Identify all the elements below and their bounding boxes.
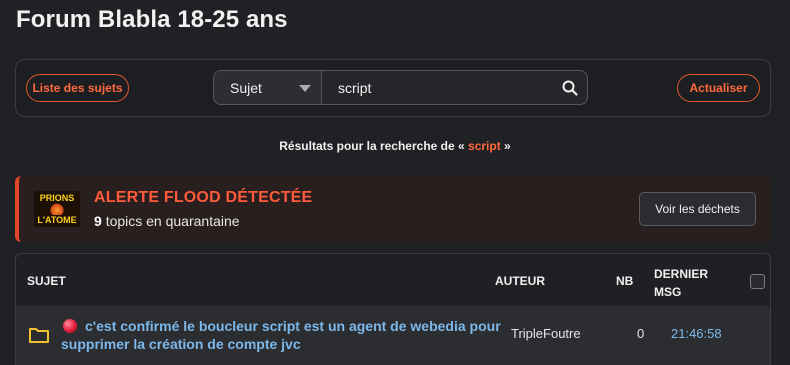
flame-icon	[50, 203, 64, 215]
topic-title-link[interactable]: c'est confirmé le boucleur script est un…	[61, 317, 501, 353]
quarantine-count: 9	[94, 213, 102, 229]
topics-table: SUJET AUTEUR NB DERNIER MSG c'est confir…	[15, 253, 771, 365]
search-panel: Liste des sujets Sujet Actualiser	[15, 59, 771, 117]
view-trash-button[interactable]: Voir les déchets	[639, 192, 756, 226]
search-group: Sujet	[213, 70, 588, 105]
results-term: script	[468, 139, 501, 153]
topics-list-button[interactable]: Liste des sujets	[26, 74, 129, 102]
column-header-last-message[interactable]: DERNIER MSG	[654, 265, 708, 301]
search-results-summary: Résultats pour la recherche de « script …	[0, 139, 790, 153]
logo-line1: PRIONS	[39, 193, 75, 203]
results-prefix: Résultats pour la recherche de «	[279, 139, 465, 153]
logo-line2: L'ATOME	[37, 215, 77, 225]
topic-last-message-time[interactable]: 21:46:58	[671, 326, 722, 341]
search-scope-label: Sujet	[230, 79, 262, 96]
flood-alert: PRIONS L'ATOME ALERTE FLOOD DÉTECTÉE 9 t…	[15, 176, 771, 242]
alert-title: ALERTE FLOOD DÉTECTÉE	[94, 189, 313, 206]
folder-icon	[28, 326, 50, 344]
chevron-down-icon	[299, 85, 311, 92]
column-header-nb[interactable]: NB	[616, 274, 633, 288]
select-all-checkbox[interactable]	[750, 274, 765, 289]
column-header-subject[interactable]: SUJET	[27, 274, 66, 288]
refresh-button[interactable]: Actualiser	[677, 74, 760, 102]
column-header-author[interactable]: AUTEUR	[495, 274, 545, 288]
topic-reply-count: 0	[637, 326, 645, 341]
column-header-last-line2: MSG	[654, 285, 682, 299]
prions-latome-logo: PRIONS L'ATOME	[34, 191, 80, 227]
column-header-last-line1: DERNIER	[654, 267, 709, 281]
results-suffix: »	[504, 139, 511, 153]
search-icon[interactable]	[561, 79, 579, 97]
quarantine-text: topics en quarantaine	[105, 213, 240, 229]
search-scope-select[interactable]: Sujet	[214, 71, 322, 104]
page-title: Forum Blabla 18-25 ans	[16, 6, 288, 33]
topic-author[interactable]: TripleFoutre	[511, 326, 581, 341]
alert-subtitle: 9 topics en quarantaine	[94, 213, 240, 229]
table-row[interactable]: c'est confirmé le boucleur script est un…	[16, 306, 770, 365]
search-input[interactable]	[322, 71, 557, 104]
